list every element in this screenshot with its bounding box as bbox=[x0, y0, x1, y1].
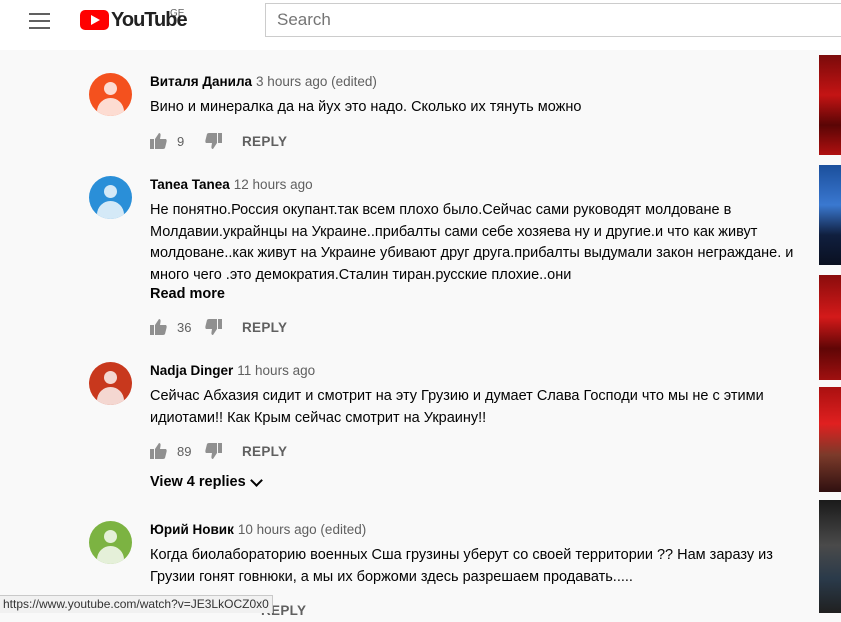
reply-button[interactable]: REPLY bbox=[242, 134, 287, 149]
dislike-icon[interactable] bbox=[205, 319, 222, 335]
like-icon[interactable] bbox=[150, 133, 167, 149]
comment-author[interactable]: Tanea Tanea bbox=[150, 177, 230, 192]
reply-button[interactable]: REPLY bbox=[242, 320, 287, 335]
comment-time[interactable]: 12 hours ago bbox=[234, 177, 313, 192]
video-thumbnail[interactable] bbox=[819, 275, 841, 380]
search-input[interactable]: Search bbox=[265, 3, 841, 37]
region-label: GE bbox=[170, 8, 185, 19]
comment-time[interactable]: 11 hours ago bbox=[237, 363, 315, 378]
related-videos-sidebar bbox=[819, 50, 841, 613]
comment-text: Сейчас Абхазия сидит и смотрит на эту Гр… bbox=[150, 388, 764, 426]
video-thumbnail[interactable] bbox=[819, 165, 841, 265]
comment-text: Вино и минералка да на йух это надо. Ско… bbox=[150, 99, 582, 115]
dislike-icon[interactable] bbox=[205, 133, 222, 149]
like-icon[interactable] bbox=[150, 443, 167, 459]
like-count: 36 bbox=[177, 319, 192, 335]
avatar[interactable] bbox=[89, 362, 132, 405]
view-replies-label: View 4 replies bbox=[150, 474, 246, 490]
like-icon[interactable] bbox=[150, 319, 167, 335]
read-more-button[interactable]: Read more bbox=[150, 286, 800, 302]
like-count: 9 bbox=[177, 133, 185, 149]
comment-author[interactable]: Юрий Новик bbox=[150, 522, 234, 537]
comment-text: Не понятно.Россия окупант.так всем плохо… bbox=[150, 202, 794, 283]
comment-time[interactable]: 3 hours ago (edited) bbox=[256, 74, 377, 89]
avatar[interactable] bbox=[89, 73, 132, 116]
menu-icon[interactable] bbox=[29, 13, 51, 29]
comment-text: Когда биолабораторию военных Сша грузины… bbox=[150, 547, 773, 585]
status-bar-url: https://www.youtube.com/watch?v=JE3LkOCZ… bbox=[0, 595, 273, 613]
play-logo-icon bbox=[80, 10, 109, 30]
avatar[interactable] bbox=[89, 521, 132, 564]
like-count: 89 bbox=[177, 443, 192, 459]
masthead: YouTube GE Search bbox=[0, 0, 841, 50]
comment-time[interactable]: 10 hours ago (edited) bbox=[238, 522, 366, 537]
video-thumbnail[interactable] bbox=[819, 55, 841, 155]
comment-author[interactable]: Виталя Данила bbox=[150, 74, 252, 89]
reply-button[interactable]: REPLY bbox=[242, 444, 287, 459]
video-thumbnail[interactable] bbox=[819, 500, 841, 613]
view-replies-button[interactable]: View 4 replies bbox=[150, 473, 263, 490]
dislike-icon[interactable] bbox=[205, 443, 222, 459]
avatar[interactable] bbox=[89, 176, 132, 219]
video-thumbnail[interactable] bbox=[819, 387, 841, 492]
comment-author[interactable]: Nadja Dinger bbox=[150, 363, 233, 378]
chevron-down-icon bbox=[249, 473, 263, 487]
